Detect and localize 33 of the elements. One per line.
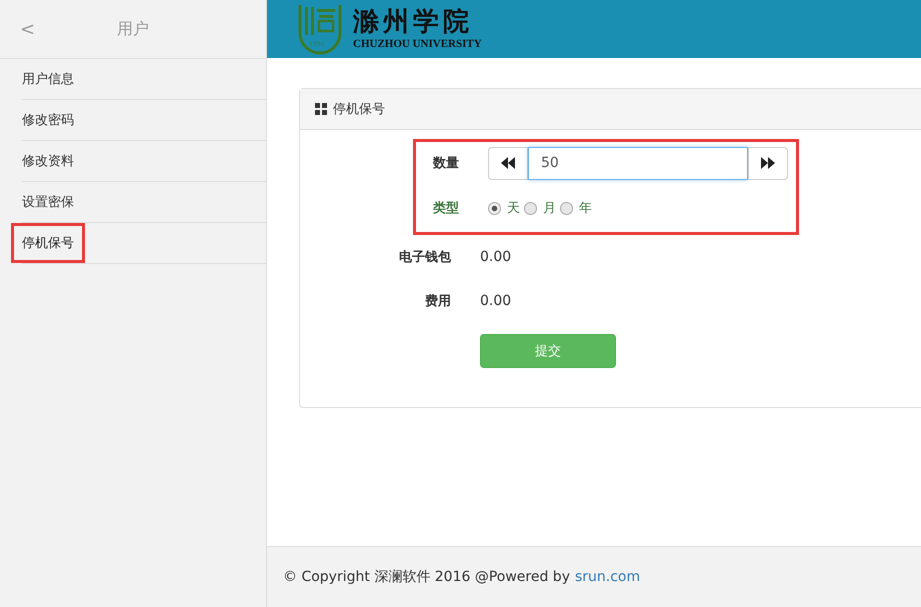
double-left-icon — [501, 157, 515, 169]
panel-title: 停机保号 — [333, 101, 385, 118]
radio-label: 月 — [543, 200, 556, 217]
field-value: 0.00 — [480, 293, 512, 309]
field-label: 电子钱包 — [398, 249, 451, 266]
logo-subtitle: CHUZHOU UNIVERSITY — [353, 37, 482, 51]
decrease-button[interactable] — [488, 146, 528, 180]
field-label: 费用 — [424, 293, 451, 310]
radio-button[interactable] — [560, 202, 573, 214]
double-right-icon — [761, 157, 775, 169]
field-value: 0.00 — [480, 249, 512, 265]
radio-label: 年 — [579, 200, 592, 217]
radio-option[interactable]: 天 — [488, 199, 520, 217]
sidebar-item[interactable]: 修改密码 — [22, 103, 74, 137]
sidebar-title: 用户 — [117, 18, 149, 40]
quantity-label: 数量 — [432, 155, 459, 172]
copyright-text: © Copyright 深澜软件 2016 @Powered by — [283, 568, 570, 586]
footer-link[interactable]: srun.com — [574, 569, 640, 585]
sidebar-item[interactable]: 用户信息 — [22, 62, 74, 96]
increase-button[interactable] — [748, 146, 788, 180]
grid-icon — [315, 103, 327, 115]
radio-button[interactable] — [524, 202, 537, 214]
quantity-input[interactable]: 50 — [528, 146, 748, 180]
logo-name: 滁州学院 — [353, 7, 474, 37]
sidebar-item[interactable]: 停机保号 — [14, 226, 82, 260]
radio-label: 天 — [507, 200, 520, 217]
radio-option[interactable]: 年 — [560, 199, 592, 217]
sidebar-item[interactable]: 修改资料 — [22, 144, 74, 178]
sidebar-item[interactable]: 设置密保 — [22, 185, 74, 219]
emblem-icon — [297, 3, 343, 55]
radio-button[interactable] — [488, 202, 501, 214]
type-label: 类型 — [432, 200, 459, 217]
radio-option[interactable]: 月 — [524, 199, 556, 217]
